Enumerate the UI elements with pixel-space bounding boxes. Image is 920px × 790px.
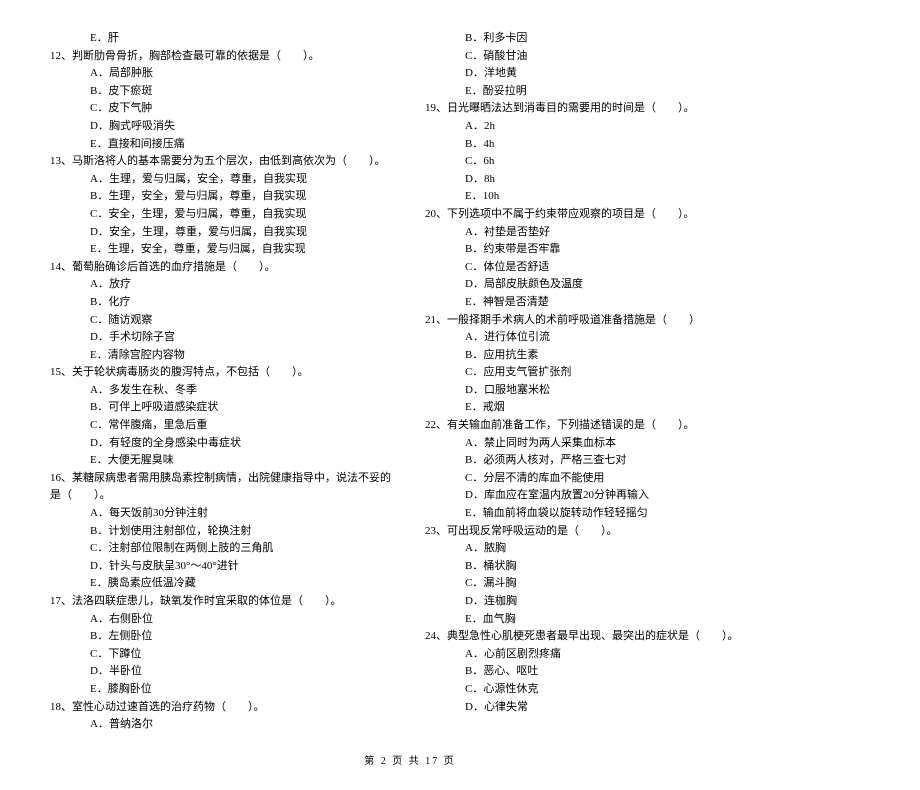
answer-option: D．针头与皮肤呈30°～40°进针	[50, 558, 395, 576]
question-stem: 22、有关输血前准备工作，下列描述错误的是（ ）。	[425, 417, 770, 435]
question-stem: 15、关于轮状病毒肠炎的腹泻特点，不包括（ ）。	[50, 364, 395, 382]
answer-option: C．心源性休克	[425, 681, 770, 699]
page-content: E．肝12、判断肋骨骨折，胸部检查最可靠的依据是（ ）。A．局部肿胀B．皮下瘀斑…	[50, 30, 770, 734]
answer-option: E．10h	[425, 188, 770, 206]
answer-option: A．局部肿胀	[50, 65, 395, 83]
answer-option: B．化疗	[50, 294, 395, 312]
answer-option: A．放疗	[50, 276, 395, 294]
answer-option: A．每天饭前30分钟注射	[50, 505, 395, 523]
answer-option: E．肝	[50, 30, 395, 48]
answer-option: D．手术切除子宫	[50, 329, 395, 347]
answer-option: C．应用支气管扩张剂	[425, 364, 770, 382]
answer-option: E．清除宫腔内容物	[50, 347, 395, 365]
answer-option: C．皮下气肿	[50, 100, 395, 118]
answer-option: D．心律失常	[425, 699, 770, 717]
question-stem: 21、一般择期手术病人的术前呼吸道准备措施是（ ）	[425, 312, 770, 330]
answer-option: B．4h	[425, 136, 770, 154]
answer-option: C．漏斗胸	[425, 575, 770, 593]
answer-option: C．硝酸甘油	[425, 48, 770, 66]
answer-option: C．随访观察	[50, 312, 395, 330]
answer-option: E．输血前将血袋以旋转动作轻轻摇匀	[425, 505, 770, 523]
answer-option: D．洋地黄	[425, 65, 770, 83]
answer-option: D．连枷胸	[425, 593, 770, 611]
answer-option: C．常伴腹痛，里急后重	[50, 417, 395, 435]
answer-option: A．衬垫是否垫好	[425, 224, 770, 242]
answer-option: A．心前区剧烈疼痛	[425, 646, 770, 664]
answer-option: D．安全，生理，尊重，爱与归属，自我实现	[50, 224, 395, 242]
answer-option: B．可伴上呼吸道感染症状	[50, 399, 395, 417]
answer-option: A．多发生在秋、冬季	[50, 382, 395, 400]
question-stem: 20、下列选项中不属于约束带应观察的项目是（ ）。	[425, 206, 770, 224]
answer-option: C．体位是否舒适	[425, 259, 770, 277]
answer-option: A．生理，爱与归属，安全，尊重，自我实现	[50, 171, 395, 189]
answer-option: C．6h	[425, 153, 770, 171]
answer-option: A．脓胸	[425, 540, 770, 558]
answer-option: B．计划使用注射部位，轮换注射	[50, 523, 395, 541]
question-stem: 24、典型急性心肌梗死患者最早出现、最突出的症状是（ ）。	[425, 628, 770, 646]
question-stem: 23、可出现反常呼吸运动的是（ ）。	[425, 523, 770, 541]
answer-option: B．必须两人核对，严格三查七对	[425, 452, 770, 470]
answer-option: C．注射部位限制在两侧上肢的三角肌	[50, 540, 395, 558]
answer-option: D．口服地塞米松	[425, 382, 770, 400]
answer-option: A．普纳洛尔	[50, 716, 395, 734]
answer-option: C．安全，生理，爱与归属，尊重，自我实现	[50, 206, 395, 224]
question-stem: 18、室性心动过速首选的治疗药物（ ）。	[50, 699, 395, 717]
answer-option: D．库血应在室温内放置20分钟再输入	[425, 487, 770, 505]
answer-option: E．神智是否清楚	[425, 294, 770, 312]
answer-option: E．酚妥拉明	[425, 83, 770, 101]
answer-option: B．约束带是否牢靠	[425, 241, 770, 259]
answer-option: E．血气胸	[425, 611, 770, 629]
answer-option: C．分层不清的库血不能使用	[425, 470, 770, 488]
left-column: E．肝12、判断肋骨骨折，胸部检查最可靠的依据是（ ）。A．局部肿胀B．皮下瘀斑…	[50, 30, 395, 734]
answer-option: E．膝胸卧位	[50, 681, 395, 699]
answer-option: D．局部皮肤颜色及温度	[425, 276, 770, 294]
answer-option: B．左侧卧位	[50, 628, 395, 646]
answer-option: D．有轻度的全身感染中毒症状	[50, 435, 395, 453]
answer-option: A．2h	[425, 118, 770, 136]
page-footer: 第 2 页 共 17 页	[50, 754, 770, 770]
answer-option: B．恶心、呕吐	[425, 663, 770, 681]
answer-option: B．应用抗生素	[425, 347, 770, 365]
answer-option: C．下蹲位	[50, 646, 395, 664]
question-stem: 17、法洛四联症患儿，缺氧发作时宜采取的体位是（ ）。	[50, 593, 395, 611]
answer-option: A．右侧卧位	[50, 611, 395, 629]
answer-option: E．大便无腥臭味	[50, 452, 395, 470]
answer-option: D．半卧位	[50, 663, 395, 681]
question-stem: 16、某糖尿病患者需用胰岛素控制病情，出院健康指导中，说法不妥的是（ ）。	[50, 470, 395, 505]
answer-option: B．桶状胸	[425, 558, 770, 576]
right-column: B．利多卡因C．硝酸甘油D．洋地黄E．酚妥拉明19、日光曝晒法达到消毒目的需要用…	[425, 30, 770, 734]
answer-option: B．生理，安全，爱与归属，尊重，自我实现	[50, 188, 395, 206]
answer-option: A．进行体位引流	[425, 329, 770, 347]
answer-option: B．皮下瘀斑	[50, 83, 395, 101]
answer-option: D．胸式呼吸消失	[50, 118, 395, 136]
answer-option: B．利多卡因	[425, 30, 770, 48]
answer-option: E．生理，安全，尊重，爱与归属，自我实现	[50, 241, 395, 259]
question-stem: 19、日光曝晒法达到消毒目的需要用的时间是（ ）。	[425, 100, 770, 118]
answer-option: D．8h	[425, 171, 770, 189]
answer-option: E．胰岛素应低温冷藏	[50, 575, 395, 593]
answer-option: E．直接和间接压痛	[50, 136, 395, 154]
question-stem: 12、判断肋骨骨折，胸部检查最可靠的依据是（ ）。	[50, 48, 395, 66]
answer-option: A．禁止同时为两人采集血标本	[425, 435, 770, 453]
question-stem: 13、马斯洛将人的基本需要分为五个层次，由低到高依次为（ ）。	[50, 153, 395, 171]
question-stem: 14、葡萄胎确诊后首选的血疗措施是（ ）。	[50, 259, 395, 277]
answer-option: E．戒烟	[425, 399, 770, 417]
